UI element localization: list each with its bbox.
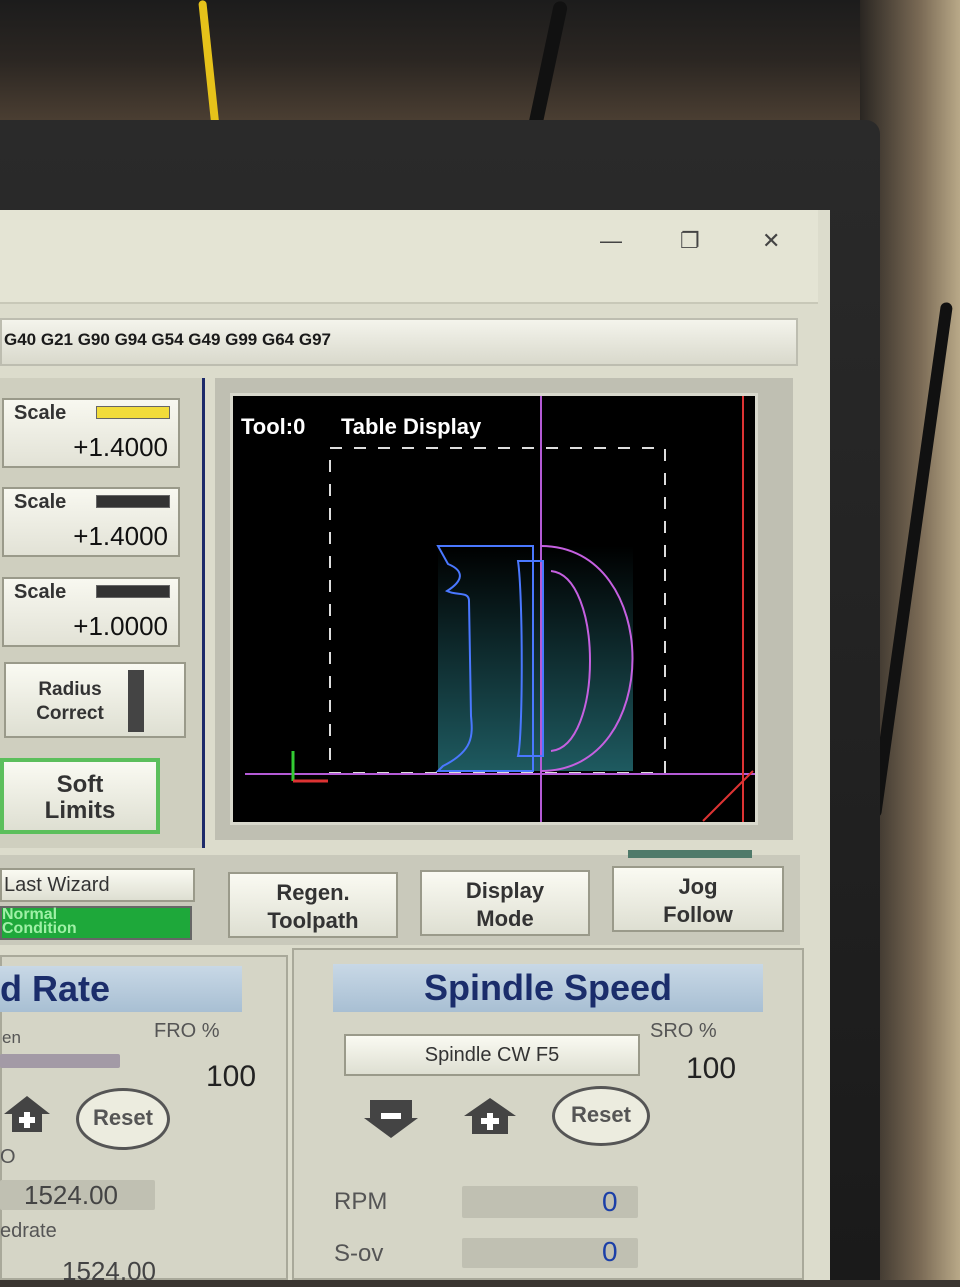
feed-increase-icon[interactable] — [2, 1094, 52, 1134]
feedrate-value: 1524.00 — [62, 1256, 156, 1286]
toolpath-canvas — [245, 396, 755, 822]
scale-value: +1.4000 — [73, 521, 168, 551]
last-wizard-button[interactable]: Last Wizard — [0, 868, 195, 902]
sro-label: SRO % — [650, 1020, 717, 1042]
spindle-increase-icon[interactable] — [462, 1096, 518, 1136]
feed-partial-label: en — [2, 1028, 21, 1047]
spindle-decrease-icon[interactable] — [362, 1098, 420, 1140]
soft-limits-button[interactable]: Soft Limits — [0, 758, 160, 834]
sro-value: 100 — [686, 1052, 737, 1085]
regen-line1: Regen. — [276, 880, 350, 905]
display-mode-label: Table Display — [341, 414, 482, 439]
scale-value: +1.4000 — [73, 432, 168, 462]
rpm-value: 0 — [602, 1186, 618, 1217]
jog-follow-line2: Follow — [663, 902, 733, 927]
regen-toolpath-button[interactable]: Regen. Toolpath — [228, 872, 398, 938]
jog-follow-led — [628, 850, 752, 858]
soft-limits-line2: Limits — [44, 797, 116, 824]
material-block — [438, 546, 633, 771]
sov-value: 0 — [602, 1236, 618, 1267]
soft-limits-line1: Soft — [56, 771, 104, 798]
scale-x-field[interactable]: Scale +1.4000 — [2, 398, 180, 468]
feedrate-label: edrate — [0, 1220, 57, 1242]
radius-correct-led — [128, 670, 144, 732]
status-indicator: Normal Condition — [0, 906, 192, 940]
display-mode-button[interactable]: Display Mode — [420, 870, 590, 936]
scale-z-field[interactable]: Scale +1.0000 — [2, 577, 180, 647]
scale-value: +1.0000 — [73, 611, 168, 641]
scale-label: Scale — [14, 402, 67, 424]
spindle-speed-title: Spindle Speed — [333, 964, 763, 1012]
toolpath-display[interactable]: Tool:0 Table Display — [230, 393, 758, 825]
feed-label-o: O — [0, 1146, 16, 1168]
scale-label: Scale — [14, 491, 67, 513]
display-tool-label: Tool:0 — [241, 414, 306, 439]
scale-label: Scale — [14, 581, 67, 603]
feed-override-bar[interactable] — [0, 1054, 120, 1068]
scale-indicator — [96, 406, 170, 419]
status-line2: Condition — [2, 920, 77, 937]
minimize-icon[interactable]: — — [600, 228, 622, 254]
radius-correct-line1: Radius — [38, 679, 102, 700]
scale-y-field[interactable]: Scale +1.4000 — [2, 487, 180, 557]
limit-diagonal — [702, 770, 754, 822]
spindle-direction-button[interactable]: Spindle CW F5 — [344, 1034, 640, 1076]
jog-follow-line1: Jog — [678, 874, 718, 899]
scale-indicator — [96, 495, 170, 508]
spindle-reset-button[interactable]: Reset — [552, 1086, 650, 1146]
maximize-icon[interactable]: ❐ — [680, 228, 700, 254]
regen-line2: Toolpath — [267, 908, 359, 933]
jog-follow-button[interactable]: Jog Follow — [612, 866, 784, 932]
fro-label: FRO % — [154, 1020, 220, 1042]
feed-value: 1524.00 — [24, 1180, 118, 1210]
feed-rate-title: d Rate — [0, 966, 242, 1012]
window-titlebar — [0, 210, 818, 304]
display-mode-line1: Display — [465, 878, 545, 903]
scale-indicator — [96, 585, 170, 598]
feed-reset-button[interactable]: Reset — [76, 1088, 170, 1150]
close-icon[interactable]: ✕ — [762, 228, 780, 254]
fro-value: 100 — [206, 1060, 257, 1093]
rpm-label: RPM — [334, 1188, 388, 1215]
radius-correct-button[interactable]: Radius Correct — [4, 662, 186, 738]
gcode-modal-text: G40 G21 G90 G94 G54 G49 G99 G64 G97 — [4, 330, 331, 349]
display-mode-line2: Mode — [476, 906, 534, 931]
sov-label: S-ov — [334, 1240, 384, 1267]
radius-correct-line2: Correct — [36, 703, 104, 724]
